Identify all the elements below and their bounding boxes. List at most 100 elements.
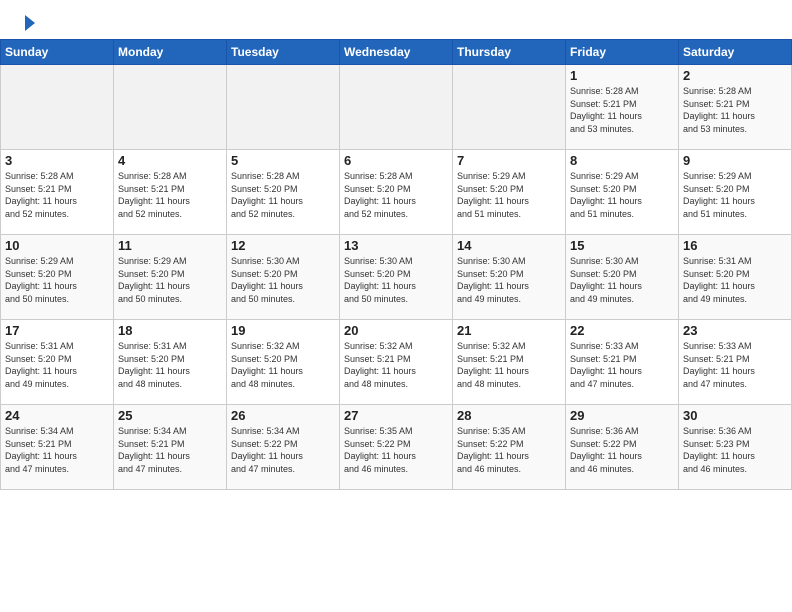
day-number: 28 [457,408,561,423]
calendar-day: 21Sunrise: 5:32 AM Sunset: 5:21 PM Dayli… [453,320,566,405]
calendar-day: 25Sunrise: 5:34 AM Sunset: 5:21 PM Dayli… [114,405,227,490]
weekday-header-thursday: Thursday [453,40,566,65]
calendar-day: 13 Sunrise: 5:30 AM Sunset: 5:20 PM Dayli… [340,235,453,320]
day-number: 21 [457,323,561,338]
day-detail: Sunrise: 5:30 AM Sunset: 5:20 PM Dayligh… [457,255,561,305]
day-detail: Sunrise: 5:35 AM Sunset: 5:22 PM Dayligh… [457,425,561,475]
weekday-header-tuesday: Tuesday [227,40,340,65]
calendar-day: 11 Sunrise: 5:29 AM Sunset: 5:20 PM Dayli… [114,235,227,320]
calendar-day: 9Sunrise: 5:29 AM Sunset: 5:20 PM Daylig… [679,150,792,235]
calendar-day: 18 Sunrise: 5:31 AM Sunset: 5:20 PM Dayli… [114,320,227,405]
day-detail: Sunrise: 5:30 AM Sunset: 5:20 PM Dayligh… [570,255,674,305]
page-header [0,0,792,35]
calendar-day: 28 Sunrise: 5:35 AM Sunset: 5:22 PM Dayli… [453,405,566,490]
day-detail: Sunrise: 5:28 AM Sunset: 5:20 PM Dayligh… [344,170,448,220]
calendar-day: 10Sunrise: 5:29 AM Sunset: 5:20 PM Dayli… [1,235,114,320]
day-number: 23 [683,323,787,338]
calendar-day: 30 Sunrise: 5:36 AM Sunset: 5:23 PM Dayli… [679,405,792,490]
calendar-week-3: 10 Sunrise: 5:29 AM Sunset: 5:20 PM Dayli… [1,235,792,320]
logo-general [16,12,38,33]
day-detail: Sunrise: 5:28 AM Sunset: 5:21 PM Dayligh… [5,170,109,220]
day-number: 30 [683,408,787,423]
calendar-week-1: 1 Sunrise: 5:28 AM Sunset: 5:21 PM Daylig… [1,65,792,150]
day-number: 1 [570,68,674,83]
day-number: 22 [570,323,674,338]
calendar-day: 22 Sunrise: 5:33 AM Sunset: 5:21 PM Dayli… [566,320,679,405]
day-detail: Sunrise: 5:31 AM Sunset: 5:20 PM Dayligh… [683,255,787,305]
day-number: 3 [5,153,109,168]
calendar-week-5: 24 Sunrise: 5:34 AM Sunset: 5:21 PM Dayli… [1,405,792,490]
day-detail: Sunrise: 5:33 AM Sunset: 5:21 PM Dayligh… [683,340,787,390]
weekday-header-monday: Monday [114,40,227,65]
day-number: 5 [231,153,335,168]
calendar-day: 12 Sunrise: 5:30 AM Sunset: 5:20 PM Dayli… [227,235,340,320]
weekday-header-friday: Friday [566,40,679,65]
calendar-day [1,65,114,150]
calendar-day [340,65,453,150]
weekday-header-saturday: Saturday [679,40,792,65]
calendar-day: 16 Sunrise: 5:31 AM Sunset: 5:20 PM Dayli… [679,235,792,320]
day-detail: Sunrise: 5:31 AM Sunset: 5:20 PM Dayligh… [5,340,109,390]
day-detail: Sunrise: 5:28 AM Sunset: 5:21 PM Dayligh… [683,85,787,135]
day-number: 15 [570,238,674,253]
day-detail: Sunrise: 5:29 AM Sunset: 5:20 PM Dayligh… [683,170,787,220]
day-detail: Sunrise: 5:35 AM Sunset: 5:22 PM Dayligh… [344,425,448,475]
day-detail: Sunrise: 5:28 AM Sunset: 5:20 PM Dayligh… [231,170,335,220]
calendar-day: 15 Sunrise: 5:30 AM Sunset: 5:20 PM Dayli… [566,235,679,320]
calendar-day: 3 Sunrise: 5:28 AM Sunset: 5:21 PM Daylig… [1,150,114,235]
logo-triangle-icon [17,13,37,33]
logo [16,12,38,29]
calendar-body: 1 Sunrise: 5:28 AM Sunset: 5:21 PM Daylig… [1,65,792,490]
day-number: 2 [683,68,787,83]
day-detail: Sunrise: 5:29 AM Sunset: 5:20 PM Dayligh… [457,170,561,220]
calendar-day: 1 Sunrise: 5:28 AM Sunset: 5:21 PM Daylig… [566,65,679,150]
calendar-day: 7 Sunrise: 5:29 AM Sunset: 5:20 PM Daylig… [453,150,566,235]
day-number: 10 [5,238,109,253]
calendar-day: 27 Sunrise: 5:35 AM Sunset: 5:22 PM Dayli… [340,405,453,490]
day-number: 20 [344,323,448,338]
day-number: 14 [457,238,561,253]
day-detail: Sunrise: 5:28 AM Sunset: 5:21 PM Dayligh… [118,170,222,220]
day-number: 16 [683,238,787,253]
day-number: 27 [344,408,448,423]
day-detail: Sunrise: 5:34 AM Sunset: 5:21 PM Dayligh… [5,425,109,475]
day-number: 29 [570,408,674,423]
calendar-day: 2 Sunrise: 5:28 AM Sunset: 5:21 PM Daylig… [679,65,792,150]
day-number: 24 [5,408,109,423]
day-detail: Sunrise: 5:31 AM Sunset: 5:20 PM Dayligh… [118,340,222,390]
calendar-week-2: 3 Sunrise: 5:28 AM Sunset: 5:21 PM Daylig… [1,150,792,235]
calendar-day: 24 Sunrise: 5:34 AM Sunset: 5:21 PM Dayli… [1,405,114,490]
day-number: 18 [118,323,222,338]
day-number: 19 [231,323,335,338]
day-number: 4 [118,153,222,168]
calendar-day: 14 Sunrise: 5:30 AM Sunset: 5:20 PM Dayli… [453,235,566,320]
calendar-day: 6Sunrise: 5:28 AM Sunset: 5:20 PM Daylig… [340,150,453,235]
calendar-day [453,65,566,150]
day-number: 7 [457,153,561,168]
calendar-day: 23 Sunrise: 5:33 AM Sunset: 5:21 PM Dayli… [679,320,792,405]
calendar-day [227,65,340,150]
calendar-day: 4 Sunrise: 5:28 AM Sunset: 5:21 PM Daylig… [114,150,227,235]
calendar-header: SundayMondayTuesdayWednesdayThursdayFrid… [1,40,792,65]
day-detail: Sunrise: 5:28 AM Sunset: 5:21 PM Dayligh… [570,85,674,135]
day-detail: Sunrise: 5:30 AM Sunset: 5:20 PM Dayligh… [231,255,335,305]
calendar-day: 19Sunrise: 5:32 AM Sunset: 5:20 PM Dayli… [227,320,340,405]
day-number: 8 [570,153,674,168]
day-detail: Sunrise: 5:34 AM Sunset: 5:22 PM Dayligh… [231,425,335,475]
day-number: 11 [118,238,222,253]
calendar-day: 26 Sunrise: 5:34 AM Sunset: 5:22 PM Dayli… [227,405,340,490]
day-detail: Sunrise: 5:30 AM Sunset: 5:20 PM Dayligh… [344,255,448,305]
day-detail: Sunrise: 5:33 AM Sunset: 5:21 PM Dayligh… [570,340,674,390]
calendar-day: 5 Sunrise: 5:28 AM Sunset: 5:20 PM Daylig… [227,150,340,235]
day-detail: Sunrise: 5:29 AM Sunset: 5:20 PM Dayligh… [118,255,222,305]
day-number: 17 [5,323,109,338]
day-detail: Sunrise: 5:36 AM Sunset: 5:22 PM Dayligh… [570,425,674,475]
weekday-header-row: SundayMondayTuesdayWednesdayThursdayFrid… [1,40,792,65]
day-number: 26 [231,408,335,423]
calendar-day: 8Sunrise: 5:29 AM Sunset: 5:20 PM Daylig… [566,150,679,235]
day-number: 12 [231,238,335,253]
calendar-day [114,65,227,150]
day-detail: Sunrise: 5:36 AM Sunset: 5:23 PM Dayligh… [683,425,787,475]
day-number: 13 [344,238,448,253]
calendar-day: 17 Sunrise: 5:31 AM Sunset: 5:20 PM Dayli… [1,320,114,405]
